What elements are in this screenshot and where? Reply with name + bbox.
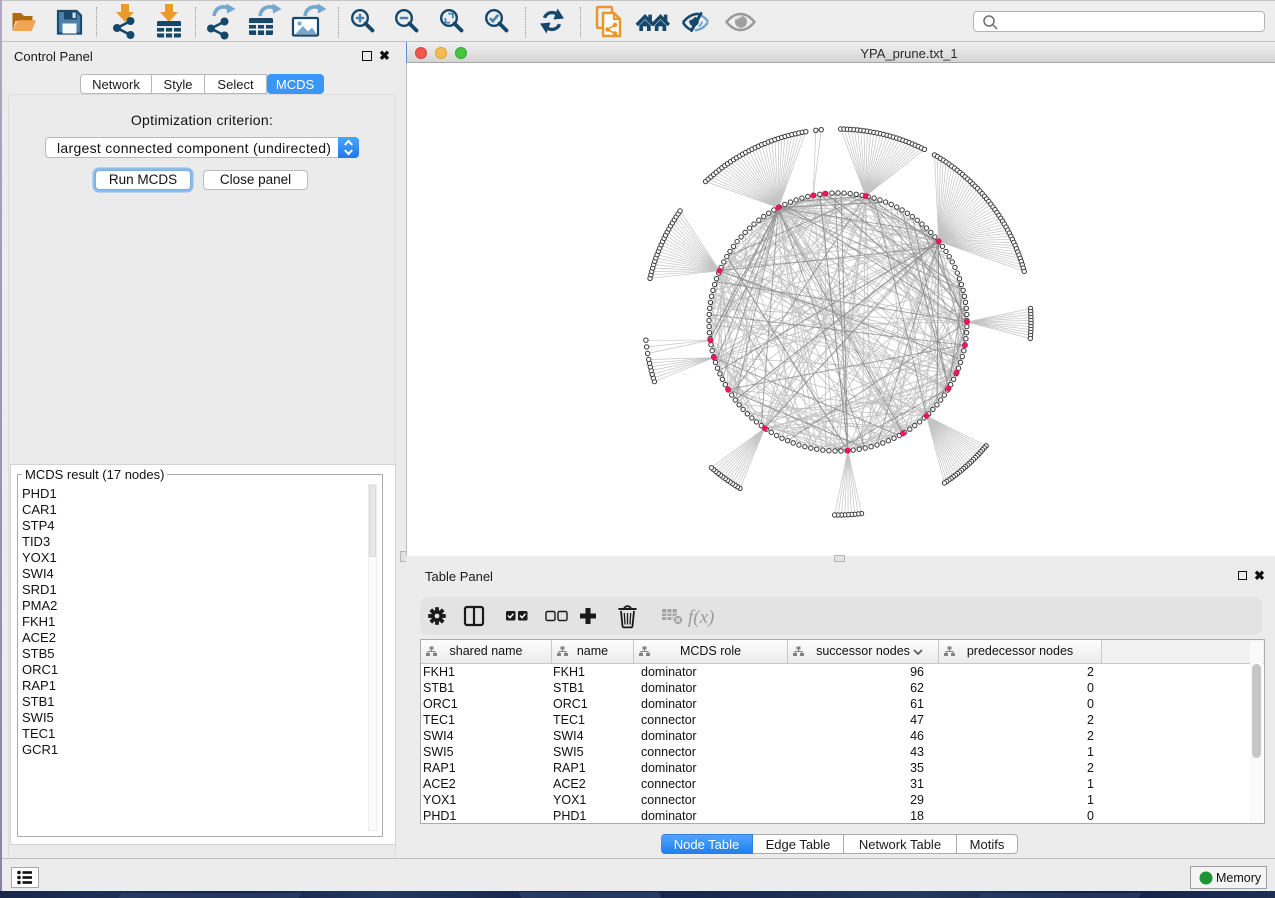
svg-text:f(x): f(x) <box>688 607 714 628</box>
